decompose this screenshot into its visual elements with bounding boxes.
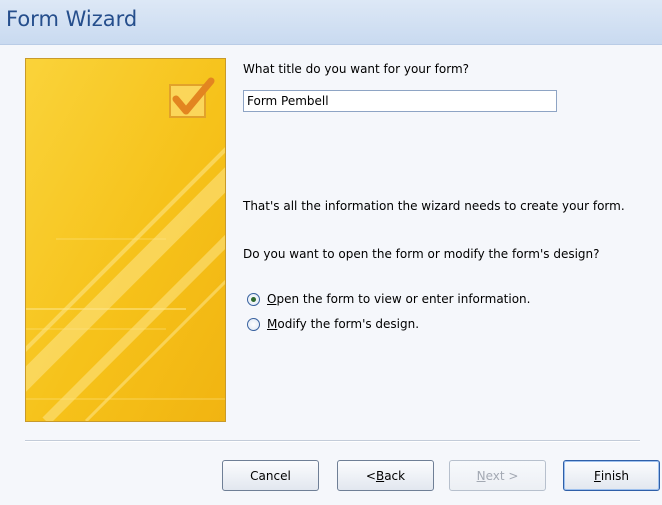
modify-design-option-label: Modify the form's design. (267, 317, 420, 331)
form-title-input[interactable] (243, 90, 557, 112)
open-form-option[interactable]: Open the form to view or enter informati… (247, 292, 530, 306)
radio-selected-icon[interactable] (247, 292, 260, 306)
banner-artwork (26, 59, 225, 421)
form-title-question: What title do you want for your form? (243, 62, 470, 76)
modify-design-option[interactable]: Modify the form's design. (247, 317, 419, 331)
radio-unselected-icon[interactable] (247, 317, 260, 331)
wizard-banner-image (25, 58, 226, 422)
checkmark-checkbox-icon (169, 77, 215, 118)
finish-button[interactable]: Finish (563, 460, 660, 491)
cancel-button[interactable]: Cancel (222, 460, 319, 491)
open-form-option-label: Open the form to view or enter informati… (267, 292, 531, 306)
open-or-modify-question: Do you want to open the form or modify t… (243, 247, 600, 261)
completion-info-text: That's all the information the wizard ne… (243, 199, 625, 213)
window-title: Form Wizard (6, 7, 138, 31)
next-button[interactable]: Next > (449, 460, 546, 491)
button-separator (25, 440, 640, 442)
title-bar: Form Wizard (0, 0, 662, 45)
back-button[interactable]: < Back (337, 460, 434, 491)
